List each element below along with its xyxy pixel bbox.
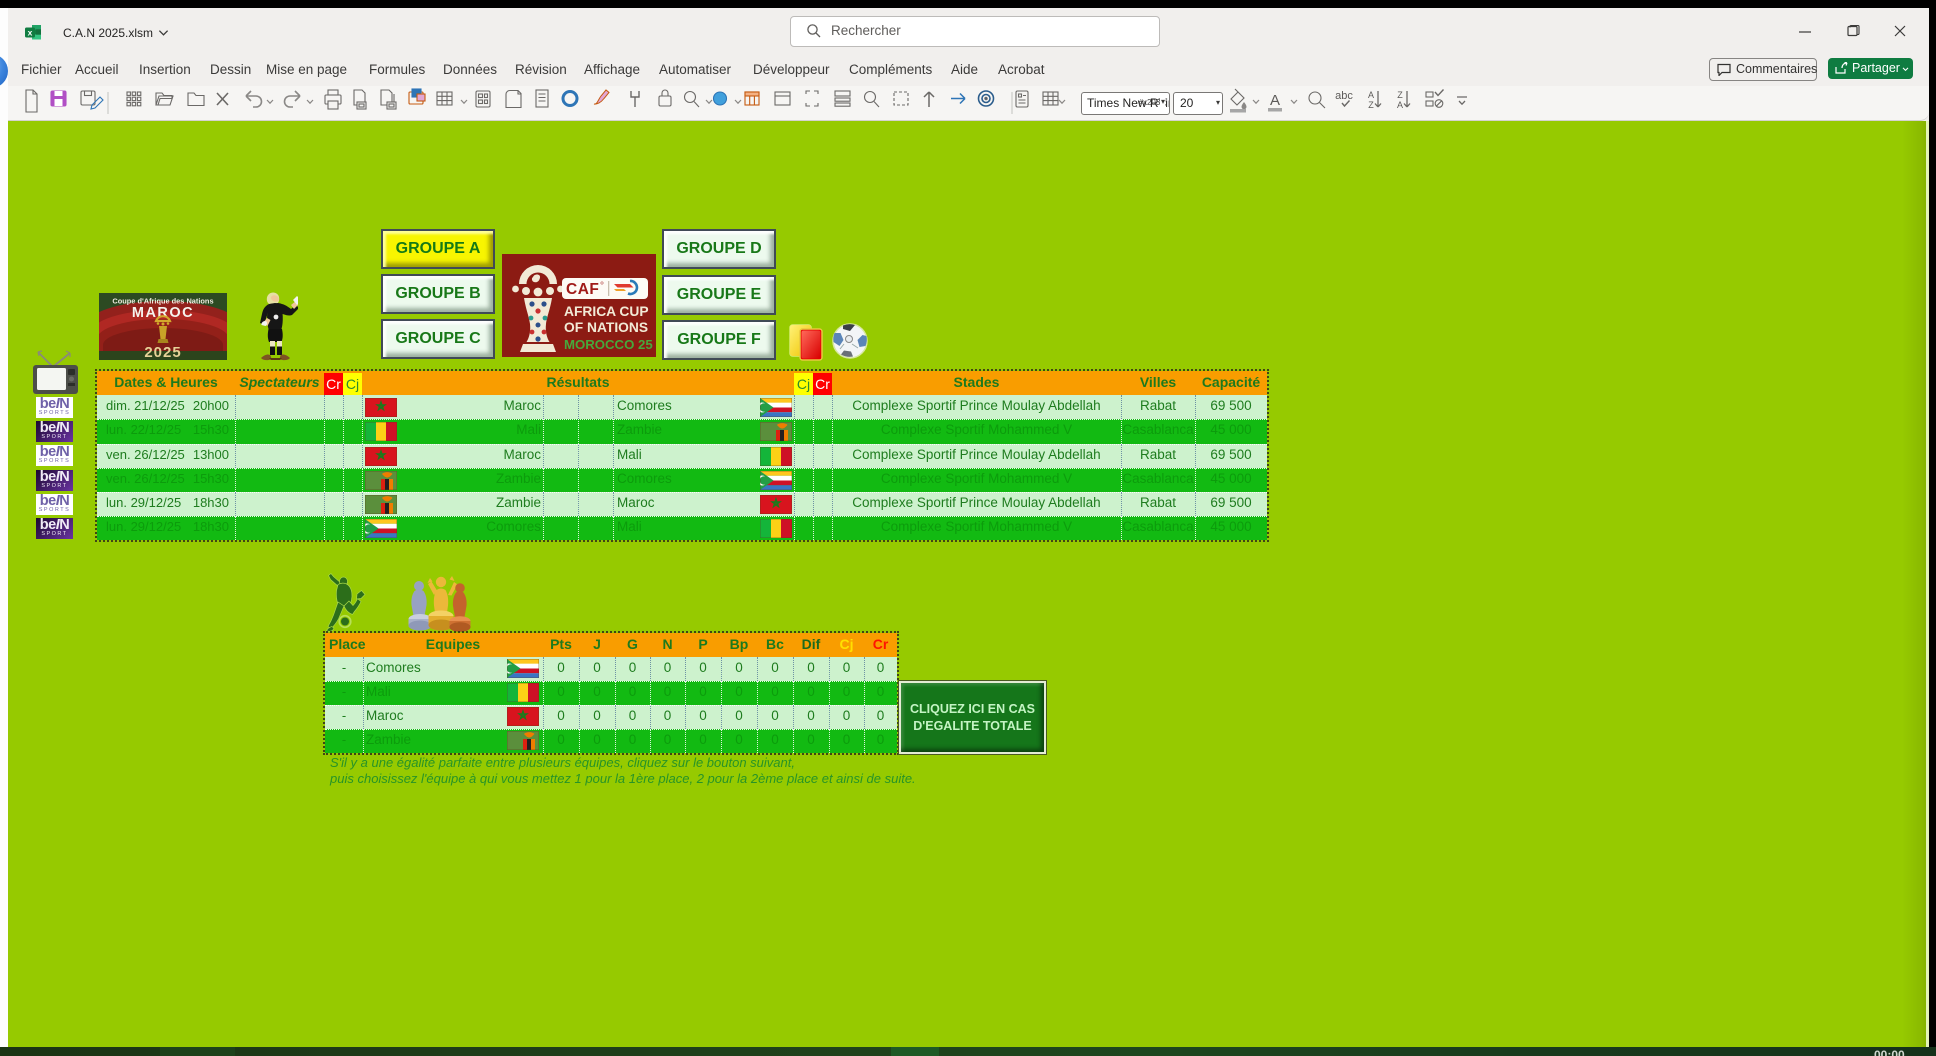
svg-text:2025: 2025: [144, 344, 181, 360]
svg-text:x: x: [28, 28, 33, 38]
svg-text:A: A: [1270, 92, 1280, 109]
svg-text:abc: abc: [1335, 90, 1353, 102]
svg-text:MOROCCO 25: MOROCCO 25: [564, 337, 653, 352]
svg-text:OF NATIONS: OF NATIONS: [564, 320, 648, 335]
svg-text:Z: Z: [1368, 100, 1374, 110]
svg-text:Z: Z: [1397, 90, 1403, 100]
svg-text:CAF: CAF: [566, 281, 599, 298]
svg-text:AFRICA CUP: AFRICA CUP: [564, 304, 649, 319]
svg-text:A: A: [1397, 100, 1403, 110]
svg-text:A: A: [1368, 90, 1374, 100]
svg-text:MAROC: MAROC: [132, 305, 194, 321]
